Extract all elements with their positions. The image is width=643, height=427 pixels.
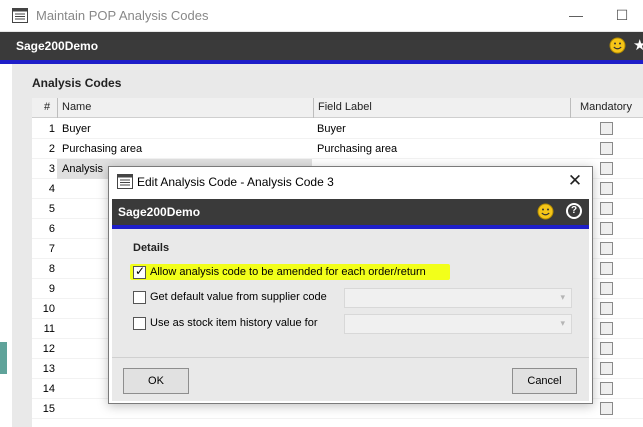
section-title: Analysis Codes bbox=[32, 76, 122, 90]
allow-amend-checkbox[interactable] bbox=[133, 264, 146, 279]
row-number: 10 bbox=[42, 303, 55, 315]
default-from-supplier-checkbox[interactable] bbox=[133, 291, 146, 304]
row-number: 3 bbox=[48, 163, 55, 175]
mandatory-checkbox[interactable] bbox=[600, 182, 613, 195]
chevron-down-icon: ▾ bbox=[560, 292, 565, 302]
mandatory-checkbox[interactable] bbox=[600, 302, 613, 315]
row-number: 14 bbox=[42, 383, 55, 395]
column-header-field-label[interactable]: Field Label bbox=[318, 101, 372, 113]
grid-header: # Name Field Label Mandatory bbox=[32, 98, 643, 118]
row-number: 13 bbox=[42, 363, 55, 375]
row-number: 12 bbox=[42, 343, 55, 355]
allow-amend-label[interactable]: Allow analysis code to be amended for ea… bbox=[150, 266, 426, 278]
column-header-mandatory[interactable]: Mandatory bbox=[580, 101, 632, 113]
minimize-button[interactable]: — bbox=[566, 5, 586, 25]
column-separator bbox=[57, 98, 58, 118]
dialog-brand-bar: Sage200Demo ? bbox=[112, 199, 589, 225]
mandatory-checkbox[interactable] bbox=[600, 322, 613, 335]
details-heading: Details bbox=[133, 242, 170, 254]
smiley-icon[interactable] bbox=[609, 37, 626, 57]
column-separator bbox=[570, 98, 571, 118]
row-number: 1 bbox=[48, 123, 55, 135]
chevron-down-icon: ▾ bbox=[560, 318, 565, 328]
brand-name: Sage200Demo bbox=[16, 39, 99, 53]
dialog-brand-name: Sage200Demo bbox=[118, 205, 201, 219]
stock-history-checkbox[interactable] bbox=[133, 317, 146, 330]
mandatory-checkbox[interactable] bbox=[600, 122, 613, 135]
mandatory-checkbox[interactable] bbox=[600, 362, 613, 375]
supplier-code-dropdown[interactable]: ▾ bbox=[344, 288, 572, 308]
edit-analysis-code-dialog: Edit Analysis Code - Analysis Code 3 ✕ S… bbox=[108, 166, 593, 404]
divider bbox=[112, 357, 589, 358]
row-field-label[interactable]: Buyer bbox=[317, 123, 346, 135]
row-name[interactable]: Purchasing area bbox=[62, 143, 142, 155]
mandatory-checkbox[interactable] bbox=[600, 242, 613, 255]
mandatory-checkbox[interactable] bbox=[600, 202, 613, 215]
cancel-button[interactable]: Cancel bbox=[512, 368, 577, 394]
dialog-body: Details Allow analysis code to be amende… bbox=[112, 229, 589, 401]
mandatory-checkbox[interactable] bbox=[600, 162, 613, 175]
column-header-number[interactable]: # bbox=[44, 101, 50, 113]
column-separator bbox=[313, 98, 314, 118]
window-titlebar: Maintain POP Analysis Codes — ☐ bbox=[0, 0, 643, 32]
window-title: Maintain POP Analysis Codes bbox=[36, 8, 209, 23]
maximize-button[interactable]: ☐ bbox=[612, 5, 632, 25]
table-row[interactable]: 1 Buyer Buyer bbox=[32, 119, 643, 139]
row-number: 7 bbox=[48, 243, 55, 255]
row-name[interactable]: Buyer bbox=[62, 123, 91, 135]
mandatory-checkbox[interactable] bbox=[600, 402, 613, 415]
mandatory-checkbox[interactable] bbox=[600, 222, 613, 235]
left-strip bbox=[0, 64, 12, 427]
row-number: 2 bbox=[48, 143, 55, 155]
row-name[interactable]: Analysis bbox=[62, 163, 103, 175]
column-header-name[interactable]: Name bbox=[62, 101, 91, 113]
default-from-supplier-label[interactable]: Get default value from supplier code bbox=[150, 291, 327, 303]
dialog-titlebar: Edit Analysis Code - Analysis Code 3 ✕ bbox=[109, 167, 592, 197]
mandatory-checkbox[interactable] bbox=[600, 262, 613, 275]
close-icon[interactable]: ✕ bbox=[565, 171, 585, 191]
mandatory-checkbox[interactable] bbox=[600, 342, 613, 355]
row-number: 9 bbox=[48, 283, 55, 295]
mandatory-checkbox[interactable] bbox=[600, 142, 613, 155]
ok-button[interactable]: OK bbox=[123, 368, 189, 394]
help-icon[interactable]: ? bbox=[566, 203, 582, 219]
app-icon bbox=[12, 8, 28, 26]
stock-history-dropdown[interactable]: ▾ bbox=[344, 314, 572, 334]
row-number: 8 bbox=[48, 263, 55, 275]
row-number: 4 bbox=[48, 183, 55, 195]
row-number: 15 bbox=[42, 403, 55, 415]
mandatory-checkbox[interactable] bbox=[600, 282, 613, 295]
dialog-app-icon bbox=[117, 174, 133, 192]
smiley-icon[interactable] bbox=[537, 203, 554, 223]
row-field-label[interactable]: Purchasing area bbox=[317, 143, 397, 155]
row-number: 6 bbox=[48, 223, 55, 235]
row-number: 5 bbox=[48, 203, 55, 215]
mandatory-checkbox[interactable] bbox=[600, 382, 613, 395]
dialog-title: Edit Analysis Code - Analysis Code 3 bbox=[137, 175, 334, 189]
row-number: 11 bbox=[43, 323, 55, 335]
table-row[interactable]: 2 Purchasing area Purchasing area bbox=[32, 139, 643, 159]
side-tab[interactable] bbox=[0, 342, 7, 374]
star-icon[interactable]: ★ bbox=[633, 36, 643, 54]
brand-bar: Sage200Demo ★ bbox=[0, 32, 643, 60]
stock-history-label[interactable]: Use as stock item history value for bbox=[150, 317, 318, 329]
